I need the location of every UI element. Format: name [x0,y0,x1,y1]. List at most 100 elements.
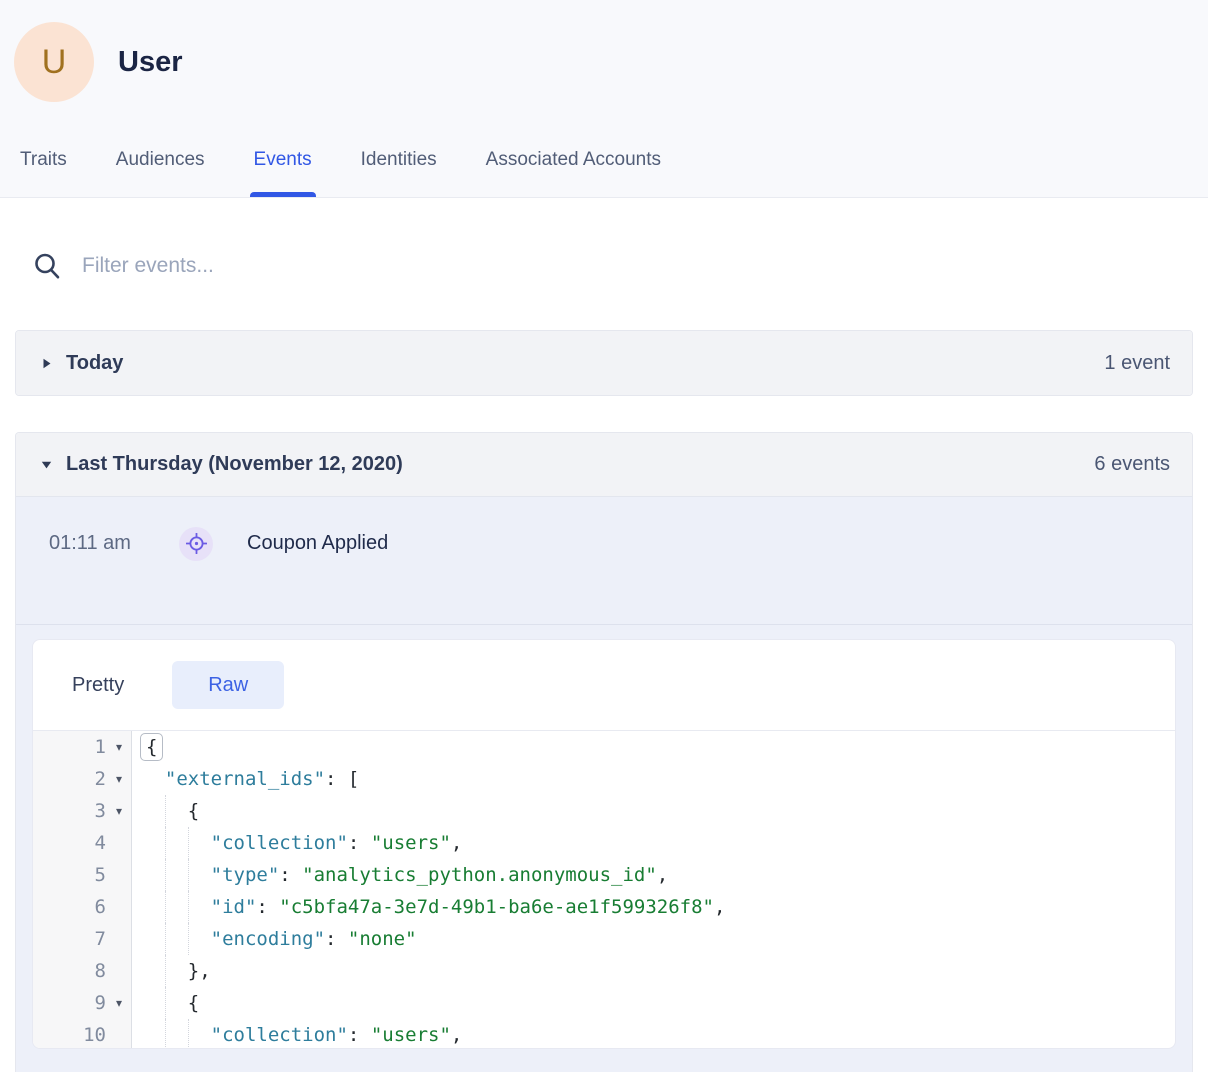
tab-audiences[interactable]: Audiences [116,149,205,197]
gutter-cell: 8 [33,955,132,987]
indent-guide [165,987,166,1019]
line-number: 10 [83,1019,106,1048]
indent-guide [165,923,166,955]
token-plain: { [142,992,199,1014]
token-plain: { [142,800,199,822]
chevron-right-icon [41,358,52,369]
code-panel: Pretty Raw 1▾{2▾ "external_ids": [3▾ {4 … [32,639,1176,1049]
token-plain: : [ [325,768,359,790]
token-plain: , [451,1024,462,1046]
active-tab-underline [250,192,316,197]
main-content: Today 1 event Last Thursday (November 12… [0,250,1208,1072]
code-line: 2▾ "external_ids": [ [33,763,1175,795]
gutter-cell: 3▾ [33,795,132,827]
token-key: "encoding" [211,928,325,950]
code-line: 10 "collection": "users", [33,1019,1175,1048]
code-text: "id": "c5bfa47a-3e7d-49b1-ba6e-ae1f59932… [132,891,1175,923]
token-str: "analytics_python.anonymous_id" [302,864,657,886]
token-plain [142,1024,211,1046]
line-number: 5 [95,859,106,891]
token-plain: }, [142,960,211,982]
code-line: 3▾ { [33,795,1175,827]
token-plain [142,896,211,918]
section-today-header[interactable]: Today 1 event [16,331,1192,395]
indent-guide [165,795,166,827]
tab-identities[interactable]: Identities [361,149,437,197]
chevron-down-icon [41,459,52,470]
token-plain: : [348,1024,371,1046]
raw-view-button[interactable]: Raw [172,661,284,709]
code-text: { [132,731,1175,763]
code-text: "external_ids": [ [132,763,1175,795]
line-number: 3 [95,795,106,827]
indent-guide [165,1019,166,1048]
section-title: Last Thursday (November 12, 2020) [66,453,403,476]
line-number: 9 [95,987,106,1019]
token-key: "collection" [211,1024,348,1046]
section-last-thursday-header[interactable]: Last Thursday (November 12, 2020) 6 even… [16,433,1192,497]
event-row-coupon-applied[interactable]: 01:11 am Coupon Applied [16,497,1192,625]
token-str: "users" [371,1024,451,1046]
indent-guide [165,955,166,987]
code-text: "collection": "users", [132,827,1175,859]
token-key: "id" [211,896,257,918]
token-plain [142,768,165,790]
gutter-cell: 1▾ [33,731,132,763]
fold-arrow-icon[interactable]: ▾ [106,763,132,795]
gutter-cell: 2▾ [33,763,132,795]
json-code-editor[interactable]: 1▾{2▾ "external_ids": [3▾ {4 "collection… [33,731,1175,1048]
tab-traits[interactable]: Traits [20,149,67,197]
token-str: "none" [348,928,417,950]
indent-guide [188,1019,189,1048]
indent-guide [165,891,166,923]
token-plain: , [451,832,462,854]
event-list: 01:11 am Coupon Applied Pre [16,497,1192,1072]
section-last-thursday: Last Thursday (November 12, 2020) 6 even… [15,432,1193,1072]
code-text: { [132,987,1175,1019]
indent-guide [165,827,166,859]
fold-arrow-icon[interactable]: ▾ [106,987,132,1019]
tab-events[interactable]: Events [254,149,312,197]
event-count-badge: 1 event [1104,352,1170,375]
code-line: 5 "type": "analytics_python.anonymous_id… [33,859,1175,891]
page-title: User [118,46,183,79]
profile-header: U User Traits Audiences Events Identities As… [0,0,1208,198]
token-str: "users" [371,832,451,854]
token-plain [142,928,211,950]
indent-guide [188,859,189,891]
gutter-cell: 6 [33,891,132,923]
token-plain: , [714,896,725,918]
search-icon [32,251,62,281]
token-plain: : [279,864,302,886]
fold-arrow-icon[interactable]: ▾ [106,731,132,763]
matched-brace: { [140,733,163,761]
avatar-initial: U [42,43,67,82]
code-line: 6 "id": "c5bfa47a-3e7d-49b1-ba6e-ae1f599… [33,891,1175,923]
line-number: 6 [95,891,106,923]
profile-row: U User [0,0,1208,102]
code-text: "type": "analytics_python.anonymous_id", [132,859,1175,891]
line-number: 2 [95,763,106,795]
fold-arrow-icon[interactable]: ▾ [106,795,132,827]
line-number: 7 [95,923,106,955]
token-plain: : [325,928,348,950]
tab-bar: Traits Audiences Events Identities Associate… [0,149,1208,197]
token-key: "collection" [211,832,348,854]
gutter-cell: 4 [33,827,132,859]
gutter-cell: 7 [33,923,132,955]
section-title: Today [66,352,123,375]
section-today: Today 1 event [15,330,1193,396]
token-plain [142,832,211,854]
line-number: 4 [95,827,106,859]
payload-view-toggle: Pretty Raw [33,640,1175,731]
gutter-cell: 10 [33,1019,132,1048]
code-line: 8 }, [33,955,1175,987]
avatar: U [14,22,94,102]
token-plain: : [348,832,371,854]
filter-events-input[interactable] [82,254,782,278]
code-line: 7 "encoding": "none" [33,923,1175,955]
code-line: 9▾ { [33,987,1175,1019]
pretty-view-button[interactable]: Pretty [72,674,124,697]
token-plain: : [256,896,279,918]
tab-associated-accounts[interactable]: Associated Accounts [486,149,661,197]
